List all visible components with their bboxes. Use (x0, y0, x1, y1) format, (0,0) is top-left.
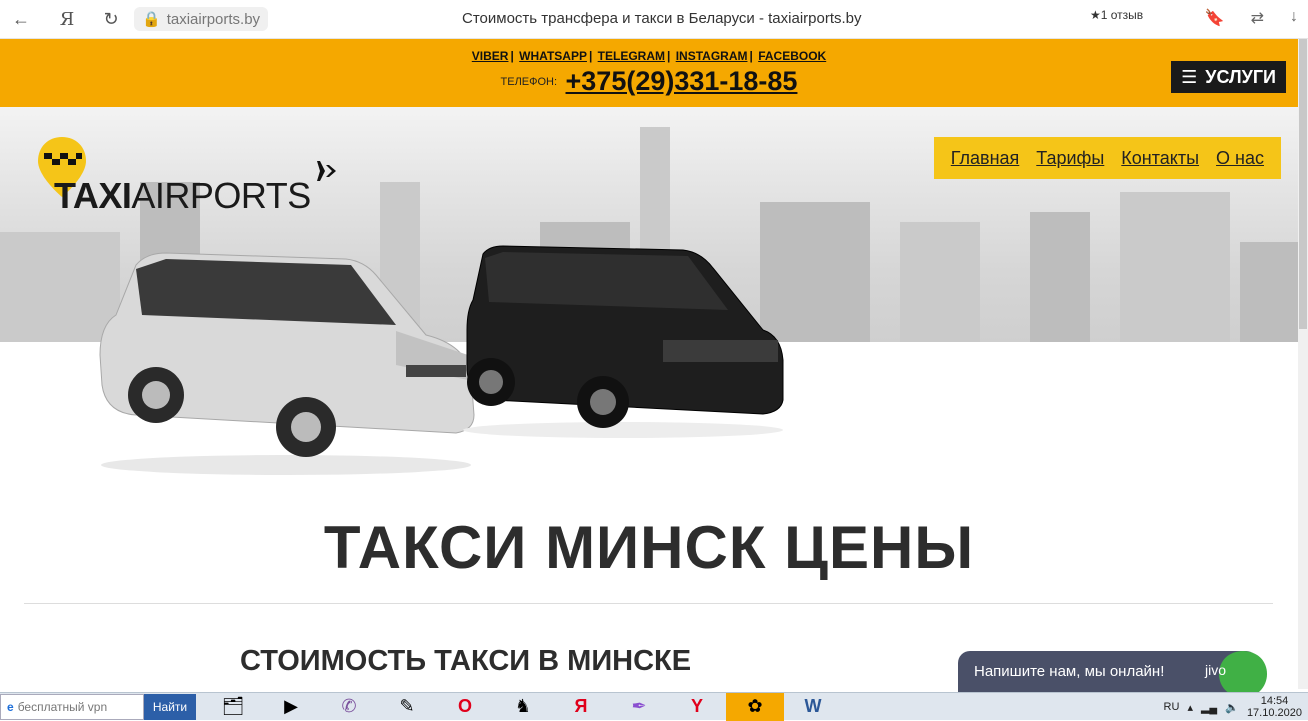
top-contact-strip: VIBER | WHATSAPP | TELEGRAM | INSTAGRAM | FA… (0, 39, 1298, 107)
social-link-facebook[interactable]: FACEBOOK (758, 49, 826, 63)
phone-number[interactable]: +375(29)331-18-85 (566, 66, 798, 96)
city-building (1240, 242, 1298, 342)
media-player-icon[interactable]: ▶ (262, 693, 320, 721)
city-building (1030, 212, 1090, 342)
social-link-instagram[interactable]: INSTAGRAM (676, 49, 748, 63)
file-explorer-icon[interactable]: 🗂 (204, 693, 262, 721)
main-nav: Главная Тарифы Контакты О нас (933, 137, 1281, 179)
services-label: УСЛУГИ (1205, 66, 1276, 87)
nav-item-tariffs[interactable]: Тарифы (1036, 148, 1104, 169)
word-icon[interactable]: W (784, 693, 842, 721)
jivo-logo: jivo (1204, 662, 1226, 678)
scrollbar[interactable] (1298, 39, 1308, 689)
taskbar-search-input[interactable]: e бесплатный vpn (0, 693, 144, 720)
system-tray: RU ▴ ▂▄ 🔈 14:54 17.10.2020 (1164, 693, 1302, 721)
nav-item-about[interactable]: О нас (1216, 148, 1264, 169)
app-icon[interactable]: ✎ (378, 693, 436, 721)
translate-icon[interactable]: ⇄ (1251, 8, 1264, 28)
logo-airports: AIRPORTS (131, 175, 311, 216)
city-building (900, 222, 980, 342)
chat-text: Напишите нам, мы онлайн! (974, 663, 1165, 680)
site-logo[interactable]: TAXIAIRPORTS (36, 135, 336, 217)
lock-icon: 🔒 (142, 11, 161, 28)
network-icon[interactable]: ▂▄ (1201, 701, 1217, 714)
yandex-icon[interactable]: Я (52, 4, 82, 34)
black-minivan-image (463, 245, 784, 438)
volume-icon[interactable]: 🔈 (1225, 701, 1239, 714)
opera-icon[interactable]: O (436, 693, 494, 721)
scrollbar-thumb[interactable] (1299, 39, 1307, 329)
yellow-app-icon[interactable]: ✿ (726, 692, 784, 721)
city-building (1120, 192, 1230, 342)
chevron-up-icon[interactable]: ▴ (1187, 701, 1193, 714)
hamburger-icon: ☰ (1181, 66, 1198, 87)
taskbar-find-button[interactable]: Найти (144, 693, 196, 720)
download-icon[interactable]: ↓ (1290, 8, 1298, 28)
bookmark-icon[interactable]: 🔖 (1205, 8, 1225, 28)
clock-date: 17.10.2020 (1246, 707, 1302, 719)
page-title: Стоимость трансфера и такси в Беларуси -… (462, 10, 862, 27)
yandex-taskbar-icon[interactable]: Я (552, 693, 610, 721)
address-bar[interactable]: 🔒 taxiairports.by (134, 7, 269, 31)
logo-wordmark: TAXIAIRPORTS (54, 175, 311, 217)
divider (24, 603, 1273, 604)
clock-time: 14:54 (1260, 695, 1289, 707)
clock[interactable]: 14:54 17.10.2020 (1247, 695, 1302, 719)
social-links: VIBER | WHATSAPP | TELEGRAM | INSTAGRAM | FA… (471, 49, 827, 63)
social-link-viber[interactable]: VIBER (472, 49, 509, 63)
feather-icon[interactable]: ✒ (610, 693, 668, 721)
social-link-telegram[interactable]: TELEGRAM (598, 49, 665, 63)
taskbar: e бесплатный vpn Найти 🗂 ▶ ✆ ✎ O ♞ Я ✒ Y… (0, 692, 1308, 721)
review-badge[interactable]: ★1 отзыв (1090, 8, 1143, 22)
back-icon[interactable]: ← (6, 4, 36, 34)
viber-icon[interactable]: ✆ (320, 693, 378, 721)
section-heading: СТОИМОСТЬ ТАКСИ В МИНСКЕ (240, 645, 692, 677)
phone-label: ТЕЛЕФОН: (500, 75, 558, 88)
nav-item-contacts[interactable]: Контакты (1121, 148, 1199, 169)
logo-taxi: TAXI (54, 175, 132, 216)
chat-widget[interactable]: Напишите нам, мы онлайн! jivo (958, 651, 1268, 697)
star-icon: ★ (1090, 8, 1101, 22)
social-link-whatsapp[interactable]: WHATSAPP (519, 49, 587, 63)
url-text: taxiairports.by (166, 10, 261, 28)
chess-icon[interactable]: ♞ (494, 693, 552, 721)
nav-item-home[interactable]: Главная (951, 148, 1020, 169)
review-count: 1 отзыв (1100, 8, 1144, 22)
reload-icon[interactable]: ↻ (96, 4, 126, 34)
services-menu-button[interactable]: ☰ УСЛУГИ (1171, 61, 1286, 93)
browser-toolbar: ← Я ↻ 🔒 taxiairports.by Стоимость трансф… (0, 0, 1308, 39)
yandex-browser-icon[interactable]: Y (668, 693, 726, 721)
search-placeholder: бесплатный vpn (17, 699, 108, 714)
main-heading: ТАКСИ МИНСК ЦЕНЫ (323, 514, 975, 581)
ie-icon: e (7, 699, 14, 714)
white-minivan-image (99, 252, 475, 475)
language-indicator[interactable]: RU (1164, 701, 1180, 713)
